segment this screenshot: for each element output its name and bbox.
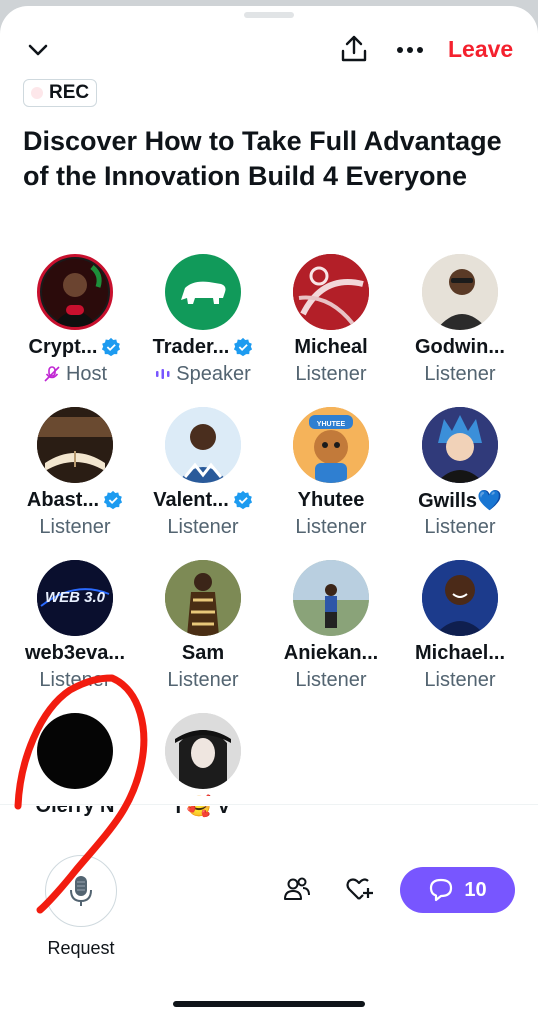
verified-badge-icon [234,337,253,357]
avatar [422,254,498,330]
heart-plus-icon [346,878,373,900]
comments-button[interactable]: 10 [400,867,515,913]
collapse-button[interactable] [22,34,54,66]
participant-name: Yhutee [297,488,365,511]
avatar [422,560,498,636]
participant-tile[interactable]: YHUTEE Yhutee Listener [267,407,395,540]
participant-role: Listener [295,515,367,538]
participant-role: Listener [295,668,367,691]
avatar [165,407,241,483]
participant-role: Listener [424,515,496,538]
participant-name: Sam [181,641,225,664]
participant-tile[interactable]: Trader... Speaker [139,254,267,387]
yhutee-cap-text: YHUTEE [317,421,346,428]
more-button[interactable] [393,34,427,66]
participant-tile[interactable]: Gwills💙 Listener [396,407,524,540]
leave-button[interactable]: Leave [448,36,513,63]
participant-tile[interactable]: Micheal Listener [267,254,395,387]
participant-name: Gwills💙 [418,489,502,512]
recording-dot-icon [31,87,43,99]
participant-tile[interactable]: Abast... Listener [11,407,139,540]
avatar [37,407,113,483]
rec-label: REC [49,82,90,103]
participant-name: Godwin... [415,335,505,358]
space-sheet: Leave REC Discover How to Take Full Adva… [0,6,538,1024]
footer-divider [0,804,538,805]
participant-tile[interactable]: WEB 3.0 web3eva... Listener [11,560,139,693]
participants-button[interactable] [282,874,314,906]
people-icon [284,877,310,900]
participant-name: Aniekan... [283,641,379,664]
avatar [165,254,241,330]
participant-name: Trader... [139,334,267,360]
participant-role: Listener [295,362,367,385]
participant-tile[interactable]: Godwin... Listener [396,254,524,387]
space-title: Discover How to Take Full Advantage of t… [23,126,502,191]
participant-role: Speaker [139,361,267,387]
rec-badge: REC [23,79,98,107]
top-bar: Leave [0,6,538,86]
participant-tile[interactable]: Crypt... Host [11,254,139,387]
participant-role: Listener [39,668,111,691]
avatar [165,713,241,789]
participant-role: Listener [167,515,239,538]
avatar [165,560,241,636]
avatar [37,254,113,330]
verified-badge-icon [102,337,121,357]
participant-tile[interactable]: Sam Listener [139,560,267,693]
share-button[interactable] [338,32,370,66]
participant-name: web3eva... [24,641,126,664]
avatar [293,254,369,330]
participant-name: Abast... [11,487,139,513]
chevron-down-icon [28,44,48,56]
participant-tile[interactable]: Aniekan... Listener [267,560,395,693]
audio-wave-icon [156,369,170,379]
participant-role: Listener [424,362,496,385]
participant-role: Listener [167,668,239,691]
participant-role: Host [11,361,139,387]
avatar [293,560,369,636]
mic-off-icon [44,366,60,382]
participant-role: Listener [39,515,111,538]
comment-icon [430,878,453,902]
participant-name: Micheal [294,335,368,358]
participant-role: Listener [424,668,496,691]
request-label: Request [47,938,115,958]
participant-name: Michael... [414,641,506,664]
share-icon [341,35,367,62]
react-button[interactable] [344,874,376,906]
avatar: YHUTEE [293,407,369,483]
comment-count: 10 [464,878,487,901]
verified-badge-icon [104,490,123,510]
verified-badge-icon [233,490,252,510]
avatar [37,713,113,789]
more-horizontal-icon [397,47,423,53]
participant-name: Crypt... [11,334,139,360]
participant-tile[interactable]: Valent... Listener [139,407,267,540]
microphone-icon [70,876,92,906]
participant-name: Valent... [139,487,267,513]
avatar: WEB 3.0 [37,560,113,636]
request-mic-button[interactable] [45,855,117,927]
avatar [422,407,498,483]
home-indicator [173,1001,365,1007]
web3-avatar-text: WEB 3.0 [45,589,106,606]
participant-tile[interactable]: Michael... Listener [396,560,524,693]
